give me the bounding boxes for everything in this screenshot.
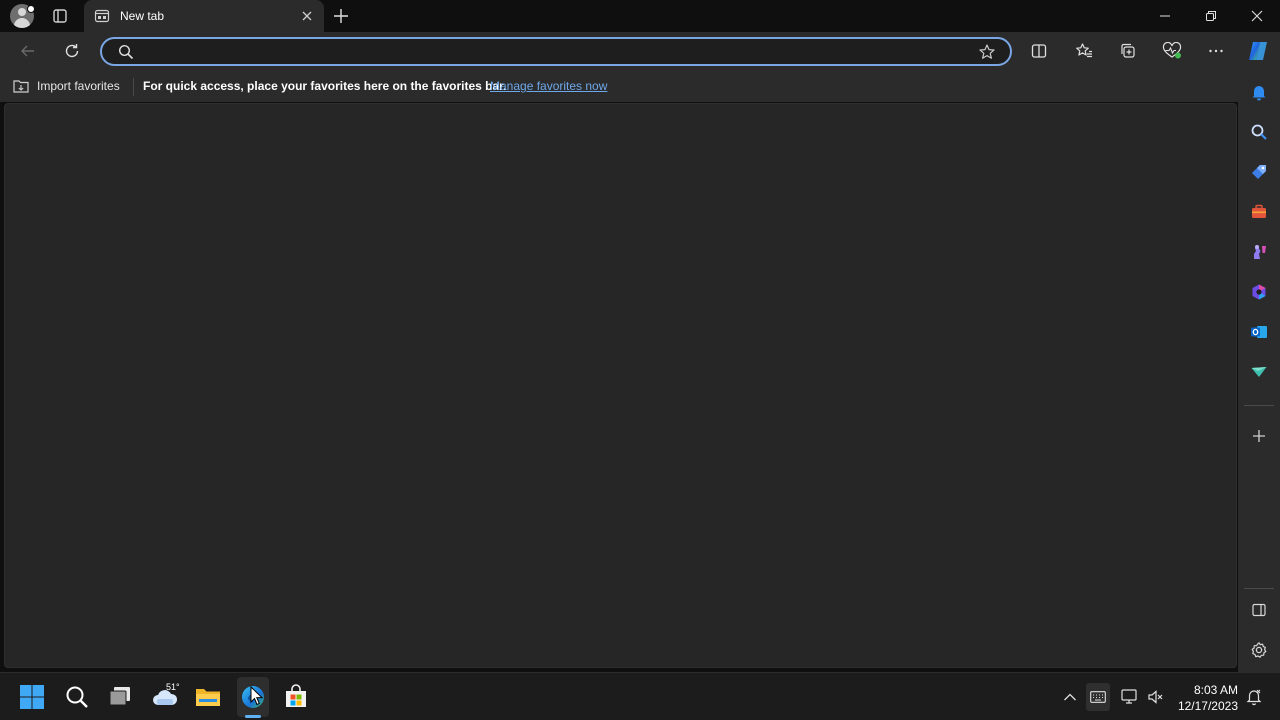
search-icon <box>118 44 134 60</box>
search-icon[interactable] <box>59 681 95 713</box>
file-explorer-icon[interactable] <box>190 681 226 713</box>
sidebar-separator <box>1244 405 1274 406</box>
refresh-button[interactable] <box>59 39 85 63</box>
volume-muted-icon[interactable] <box>1145 687 1165 707</box>
add-icon[interactable] <box>1247 424 1271 448</box>
games-icon[interactable] <box>1247 240 1271 264</box>
new-tab-button[interactable] <box>330 6 352 26</box>
restore-button[interactable] <box>1188 0 1234 32</box>
settings-icon[interactable] <box>1247 638 1271 662</box>
search-icon[interactable] <box>1247 120 1271 144</box>
outlook-icon[interactable] <box>1247 320 1271 344</box>
import-favorites-button[interactable]: Import favorites <box>12 78 120 94</box>
manage-favorites-link[interactable]: Manage favorites now <box>490 79 607 93</box>
tab-title: New tab <box>120 9 165 23</box>
close-tab-icon[interactable] <box>300 9 314 23</box>
more-options-button[interactable] <box>1203 39 1229 63</box>
tools-icon[interactable] <box>1247 200 1271 224</box>
drop-icon[interactable] <box>1247 360 1271 384</box>
address-input[interactable] <box>140 42 960 62</box>
store-icon[interactable] <box>278 681 314 713</box>
edge-sidebar <box>1238 70 1280 672</box>
collections-button[interactable] <box>1115 39 1141 63</box>
favorites-bar-message: For quick access, place your favorites h… <box>143 79 507 93</box>
page-content <box>4 103 1237 668</box>
split-screen-button[interactable] <box>1026 39 1052 63</box>
notifications-icon[interactable] <box>1247 80 1271 104</box>
sidebar-separator <box>1244 588 1274 589</box>
clock-time: 8:03 AM <box>1193 683 1238 697</box>
add-favorite-star-icon[interactable] <box>978 43 996 61</box>
mouse-cursor-icon <box>250 686 264 706</box>
minimize-button[interactable] <box>1142 0 1188 32</box>
touch-keyboard-icon[interactable] <box>1086 683 1110 711</box>
clock-date: 12/17/2023 <box>1177 699 1238 713</box>
task-view-icon[interactable] <box>103 681 139 713</box>
browser-toolbar <box>0 32 1280 70</box>
address-bar[interactable] <box>100 37 1012 66</box>
back-button[interactable] <box>15 39 41 63</box>
tab-new-tab[interactable]: New tab <box>84 0 324 32</box>
profile-status-dot <box>27 5 35 13</box>
start-icon[interactable] <box>14 681 50 713</box>
import-favorites-icon <box>12 78 30 94</box>
favorites-bar: Import favorites For quick access, place… <box>0 70 1240 102</box>
title-bar: New tab <box>0 0 1280 32</box>
new-tab-page-icon <box>94 8 110 24</box>
notification-center-icon[interactable] <box>1244 687 1264 707</box>
taskbar-clock[interactable]: 8:03 AM 12/17/2023 <box>1174 682 1238 714</box>
network-icon[interactable] <box>1120 687 1140 707</box>
show-hidden-icons-button[interactable] <box>1060 687 1080 707</box>
tab-actions-icon[interactable] <box>50 6 70 26</box>
favorites-separator <box>133 78 134 96</box>
microsoft-365-icon[interactable] <box>1247 280 1271 304</box>
favorites-button[interactable] <box>1071 39 1097 63</box>
browser-essentials-button[interactable] <box>1159 39 1185 63</box>
import-favorites-label: Import favorites <box>37 79 120 93</box>
windows-taskbar: 51° 8:03 AM 12/17/2023 <box>0 672 1280 720</box>
copilot-icon[interactable] <box>1246 39 1270 63</box>
shopping-icon[interactable] <box>1247 160 1271 184</box>
active-app-indicator <box>245 715 261 718</box>
hide-sidebar-icon[interactable] <box>1247 598 1271 622</box>
close-window-button[interactable] <box>1234 0 1280 32</box>
weather-temperature: 51° <box>166 682 180 692</box>
